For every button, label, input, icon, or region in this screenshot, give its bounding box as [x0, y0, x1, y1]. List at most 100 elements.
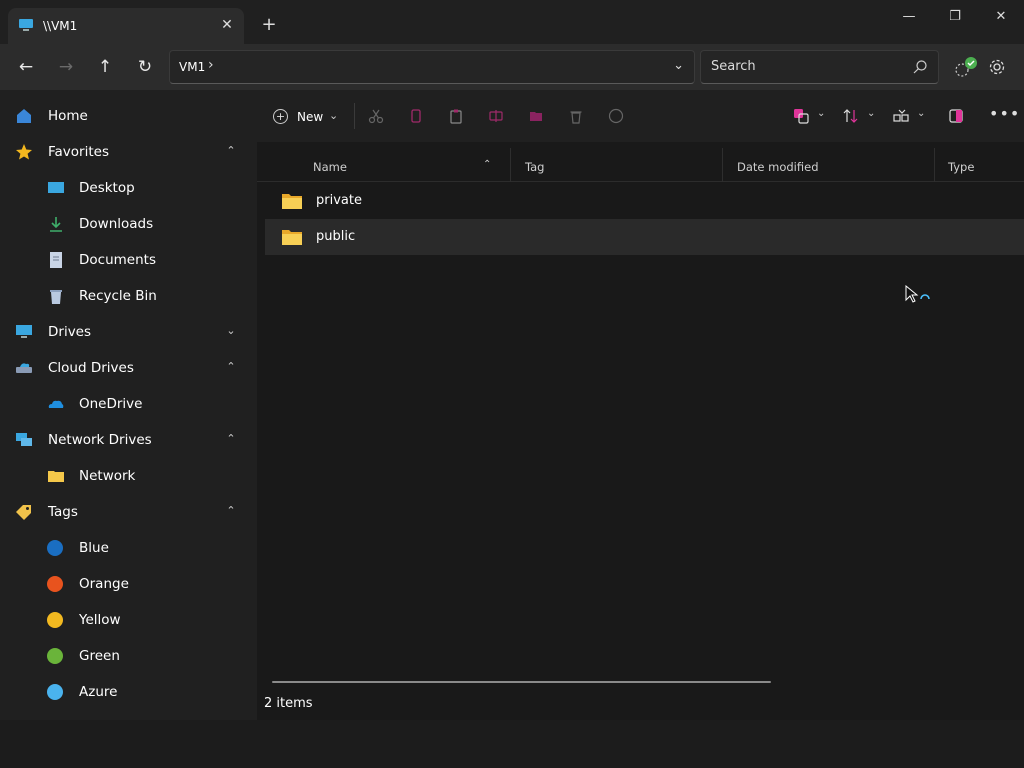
file-row-public[interactable]: public	[265, 219, 1024, 255]
sidebar-item-recycle-bin[interactable]: Recycle Bin	[0, 278, 256, 314]
cursor-busy-icon	[905, 285, 930, 303]
sidebar-item-onedrive[interactable]: OneDrive	[0, 386, 256, 422]
sidebar-item-desktop[interactable]: Desktop	[0, 170, 256, 206]
maximize-button[interactable]: ❐	[943, 6, 967, 28]
document-icon	[50, 252, 62, 268]
sidebar-item-label: Home	[48, 108, 88, 124]
column-divider[interactable]	[510, 148, 511, 182]
column-divider[interactable]	[934, 148, 935, 182]
desktop-icon	[48, 182, 64, 193]
file-pane: + New ⌄ ⌄ ⌄ ⌄ ••• Name ⌃ Tag Date modifi…	[257, 90, 1024, 720]
tag-icon	[16, 505, 31, 520]
sidebar-item-cloud-drives[interactable]: Cloud Drives ⌃	[0, 350, 256, 386]
sidebar-item-favorites[interactable]: Favorites ⌃	[0, 134, 256, 170]
item-count: 2 items	[264, 696, 313, 711]
chevron-down-icon[interactable]: ⌄	[867, 108, 875, 119]
sidebar-item-label: Favorites	[48, 144, 109, 160]
sidebar-item-home[interactable]: Home	[0, 98, 256, 134]
properties-icon[interactable]	[608, 108, 624, 124]
address-dropdown-icon[interactable]: ⌄	[673, 58, 684, 73]
sidebar-item-label: Downloads	[79, 216, 154, 232]
delete-icon[interactable]	[568, 108, 584, 124]
column-divider[interactable]	[722, 148, 723, 182]
chevron-up-icon[interactable]: ⌃	[224, 504, 238, 517]
new-tab-button[interactable]: +	[259, 15, 279, 35]
sidebar-item-tag-blue[interactable]: Blue	[0, 530, 256, 566]
sort-ascending-icon: ⌃	[483, 159, 492, 170]
column-type[interactable]: Type	[948, 160, 974, 174]
sidebar-item-tag-green[interactable]: Green	[0, 638, 256, 674]
share-icon[interactable]	[528, 108, 544, 124]
tab-title: \\VM1	[43, 19, 78, 33]
column-date-modified[interactable]: Date modified	[737, 160, 819, 174]
sidebar-item-tag-orange[interactable]: Orange	[0, 566, 256, 602]
sidebar-item-label: Desktop	[79, 180, 135, 196]
sync-status-icon[interactable]	[953, 56, 979, 80]
sidebar-item-tag-azure[interactable]: Azure	[0, 674, 256, 710]
network-drive-icon	[16, 433, 32, 446]
color-dot-icon	[47, 576, 63, 592]
home-icon	[17, 109, 31, 123]
cloud-drive-icon	[16, 363, 32, 373]
file-name: private	[316, 193, 362, 208]
sidebar-item-label: Blue	[79, 540, 109, 556]
more-options-icon[interactable]: •••	[989, 104, 1020, 123]
tab-vm1[interactable]: \\VM1 ✕	[8, 8, 244, 44]
folder-icon	[282, 194, 302, 209]
sidebar-item-network-drives[interactable]: Network Drives ⌃	[0, 422, 256, 458]
breadcrumb-vm1[interactable]: VM1	[179, 60, 205, 74]
sidebar-item-downloads[interactable]: Downloads	[0, 206, 256, 242]
sidebar-item-label: Orange	[79, 576, 129, 592]
copy-icon[interactable]	[408, 108, 424, 124]
address-row: ← → ↑ ↻ VM1 › ⌄ Search	[0, 44, 1024, 90]
taskbar-area	[0, 720, 1024, 768]
chevron-down-icon[interactable]: ⌄	[917, 108, 925, 119]
divider	[354, 103, 355, 129]
sort-icon[interactable]	[843, 108, 859, 124]
sidebar: Home Favorites ⌃ Desktop Downloads Docum…	[0, 90, 256, 720]
new-button[interactable]: + New ⌄	[269, 104, 345, 130]
color-dot-icon	[47, 684, 63, 700]
sidebar-item-documents[interactable]: Documents	[0, 242, 256, 278]
chevron-up-icon[interactable]: ⌃	[224, 360, 238, 373]
sidebar-item-drives[interactable]: Drives ⌄	[0, 314, 256, 350]
column-header: Name ⌃ Tag Date modified Type	[257, 142, 1024, 182]
sidebar-item-label: Network	[79, 468, 136, 484]
plus-icon: +	[273, 109, 288, 124]
sidebar-item-tag-yellow[interactable]: Yellow	[0, 602, 256, 638]
command-bar: + New ⌄ ⌄ ⌄ ⌄ •••	[257, 90, 1024, 142]
chevron-up-icon[interactable]: ⌃	[224, 144, 238, 157]
gear-icon[interactable]	[988, 58, 1006, 76]
file-row-private[interactable]: private	[265, 183, 1024, 219]
rename-icon[interactable]	[488, 108, 504, 124]
address-bar[interactable]: VM1 › ⌄	[169, 50, 695, 84]
refresh-button[interactable]: ↻	[134, 56, 156, 78]
chevron-right-icon[interactable]: ›	[208, 57, 214, 73]
view-mode-icon[interactable]	[793, 108, 809, 124]
paste-icon[interactable]	[448, 108, 464, 124]
forward-button[interactable]: →	[55, 56, 77, 78]
minimize-button[interactable]: —	[897, 6, 921, 28]
cut-icon[interactable]	[368, 108, 384, 124]
column-name[interactable]: Name	[313, 160, 347, 174]
details-pane-icon[interactable]	[948, 108, 964, 124]
chevron-down-icon[interactable]: ⌄	[224, 324, 238, 337]
up-button[interactable]: ↑	[94, 56, 116, 78]
search-box[interactable]: Search	[700, 50, 939, 84]
back-button[interactable]: ←	[15, 56, 37, 78]
sidebar-item-label: Network Drives	[48, 432, 152, 448]
close-window-button[interactable]: ✕	[989, 6, 1013, 28]
horizontal-scrollbar[interactable]	[272, 681, 771, 683]
column-tag[interactable]: Tag	[525, 160, 544, 174]
close-tab-icon[interactable]: ✕	[219, 17, 235, 33]
sidebar-item-label: Yellow	[79, 612, 121, 628]
sidebar-item-tags[interactable]: Tags ⌃	[0, 494, 256, 530]
sidebar-item-label: Documents	[79, 252, 156, 268]
chevron-down-icon[interactable]: ⌄	[817, 108, 825, 119]
sidebar-item-label: Tags	[48, 504, 78, 520]
layout-icon[interactable]	[893, 108, 909, 124]
search-input[interactable]: Search	[711, 59, 756, 74]
chevron-up-icon[interactable]: ⌃	[224, 432, 238, 445]
sidebar-item-network[interactable]: Network	[0, 458, 256, 494]
recycle-bin-icon	[50, 290, 62, 304]
